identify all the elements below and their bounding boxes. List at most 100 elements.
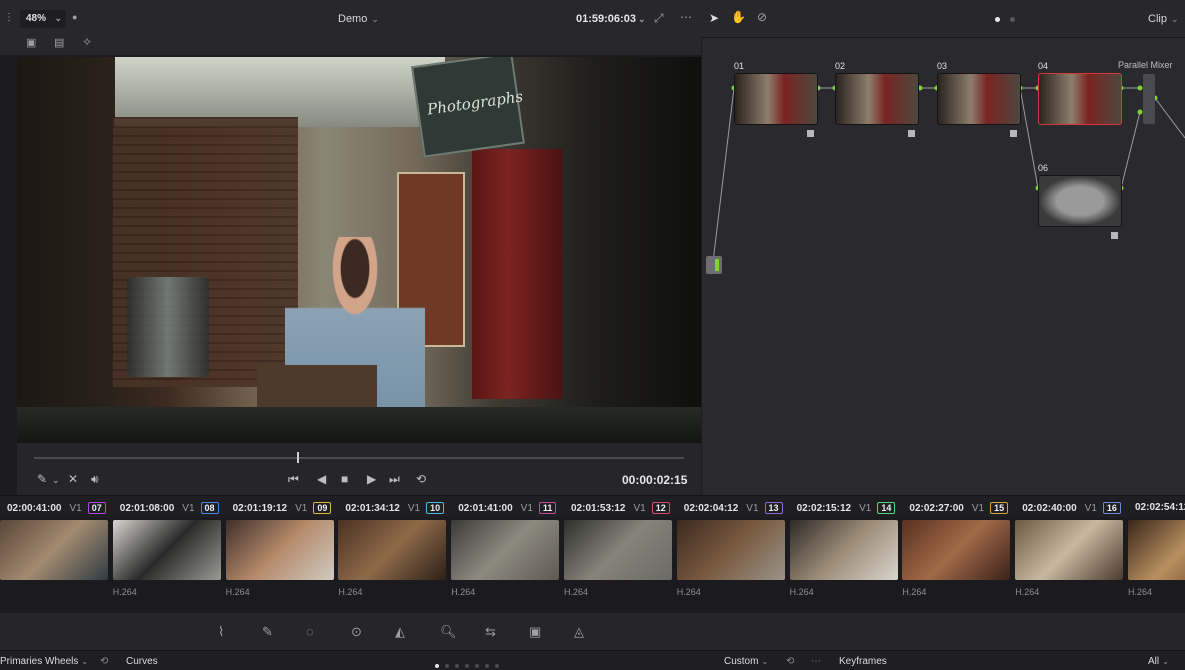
reset-icon[interactable]: ⟲ — [100, 656, 108, 667]
clip-track: V1 — [746, 503, 759, 514]
split-view-icon[interactable]: ▤ — [54, 36, 64, 49]
viewer-image[interactable]: Photographs — [17, 57, 701, 443]
page-dot[interactable] — [485, 664, 489, 668]
magic-wand-icon[interactable]: ✧ — [82, 35, 92, 49]
page-dot[interactable] — [475, 664, 479, 668]
playhead[interactable] — [297, 452, 299, 463]
clip-codec: H.264 — [451, 587, 476, 597]
clip-codec: H.264 — [112, 587, 137, 597]
single-view-icon[interactable]: ▣ — [26, 36, 36, 49]
blur-icon[interactable]: ◭ — [395, 624, 405, 640]
primaries-label: Primaries Wheels — [0, 656, 79, 667]
clip-thumbnail[interactable] — [789, 520, 898, 580]
page-dot[interactable] — [465, 664, 469, 668]
clip-thumbnail[interactable] — [1015, 520, 1124, 580]
clip-codec: H.264 — [789, 587, 814, 597]
more-options-icon[interactable]: ⋯ — [811, 656, 821, 667]
image-wipe-icon[interactable]: ▣ — [529, 624, 541, 640]
clip-timecode: 02:02:54:12 — [1135, 502, 1185, 513]
clip-timecode: 02:02:04:12 — [683, 503, 739, 514]
node-03[interactable]: 03 — [937, 61, 1021, 137]
node-label: 01 — [734, 61, 745, 71]
clip-thumbnail[interactable] — [451, 520, 560, 580]
clip-thumbnail[interactable] — [676, 520, 785, 580]
node-label: 03 — [937, 61, 948, 71]
clip-thumbnail[interactable] — [564, 520, 672, 580]
node-curves-icon — [1010, 130, 1017, 137]
curves-label: Curves — [126, 656, 158, 667]
chevron-down-icon[interactable]: ⌄ — [52, 475, 60, 486]
tracker-icon[interactable]: ⊙ — [351, 624, 362, 640]
primaries-dropdown[interactable]: Primaries Wheels ⌄ — [0, 656, 88, 667]
reverse-play-icon[interactable]: ◀ — [317, 472, 326, 486]
eyedropper-icon[interactable]: ✎ — [37, 472, 47, 486]
photographs-sign: Photographs — [411, 57, 525, 158]
clip-timecode: 02:01:53:12 — [571, 503, 626, 514]
clip-codec: H.264 — [1128, 587, 1153, 597]
clip-thumbnail[interactable] — [1128, 520, 1185, 580]
pointer-icon[interactable]: ➤ — [709, 11, 719, 25]
play-icon[interactable]: ▶ — [367, 472, 376, 486]
curve-mode-dropdown[interactable]: Custom ⌄ — [724, 656, 768, 667]
key-icon[interactable]: 🔍︎ — [440, 624, 457, 640]
chevron-down-icon: ⌄ — [371, 14, 379, 24]
go-to-start-icon[interactable]: ⏮︎ — [288, 472, 299, 487]
page-dot[interactable] — [445, 664, 449, 668]
keyframe-filter-dropdown[interactable]: All ⌄ — [1148, 656, 1169, 667]
clip-thumbnail[interactable] — [112, 520, 221, 580]
zoom-dropdown[interactable]: 48% ⌄ — [20, 10, 66, 28]
qualifier-icon[interactable]: ✎ — [262, 624, 273, 640]
close-icon[interactable]: ✕ — [68, 472, 78, 486]
curves-tool-icon[interactable]: ⌇ — [218, 624, 224, 640]
bypass-icon[interactable]: ⊘ — [757, 10, 767, 24]
loop-icon[interactable]: ⟲ — [416, 472, 426, 486]
speaker-icon[interactable]: 🔊︎ — [91, 472, 99, 487]
clip-number-badge: 07 — [87, 502, 106, 514]
go-to-end-icon[interactable]: ⏭︎ — [389, 472, 400, 487]
clip-timecode: 02:02:40:00 — [1022, 503, 1077, 514]
node-mode-dropdown[interactable]: Clip ⌄ — [1148, 13, 1179, 25]
hand-icon[interactable]: ✋ — [731, 10, 746, 24]
node-06[interactable]: 06 — [1038, 163, 1122, 239]
window-icon[interactable]: ◌ — [306, 624, 314, 639]
page-dot[interactable] — [455, 664, 459, 668]
more-options-icon[interactable]: ⋯ — [680, 10, 692, 24]
clip-track: V1 — [1084, 503, 1097, 514]
stereo-icon[interactable]: ◬ — [574, 624, 584, 640]
clip-label: 02:01:53:12 V1 12 — [571, 502, 670, 514]
clip-number-badge: 13 — [764, 502, 783, 514]
chevron-down-icon: ⌄ — [54, 13, 62, 23]
clip-label: 02:01:41:00 V1 11 — [458, 502, 557, 514]
source-timecode-dropdown[interactable]: 01:59:06:03 ⌄ — [576, 13, 645, 25]
source-input-node[interactable] — [706, 256, 722, 274]
node-02[interactable]: 02 — [835, 61, 919, 137]
chevron-down-icon: ⌄ — [637, 14, 646, 24]
node-01[interactable]: 01 — [734, 61, 818, 137]
clip-thumbnail[interactable] — [225, 520, 334, 580]
sizing-icon[interactable]: ⇆ — [485, 624, 496, 640]
clip-track: V1 — [69, 503, 82, 514]
clip-track: V1 — [182, 503, 195, 514]
stop-icon[interactable]: ■ — [341, 472, 348, 486]
clip-track: V1 — [407, 503, 421, 514]
fullscreen-icon[interactable]: ⤢ — [654, 11, 664, 26]
clip-label: 02:01:34:12 V1 10 — [345, 502, 445, 514]
clip-timecode: 02:00:41:00 — [7, 503, 62, 514]
panel-toggle-icon[interactable]: ⋮ — [4, 12, 14, 23]
clip-codec: H.264 — [676, 587, 701, 597]
page-dot-active[interactable] — [435, 664, 439, 668]
parallel-mixer-node[interactable] — [1143, 74, 1155, 124]
node-04[interactable]: 04 — [1038, 61, 1122, 125]
timeline-title-dropdown[interactable]: Demo ⌄ — [338, 13, 379, 25]
video-frame: Photographs — [17, 57, 701, 443]
reset-icon[interactable]: ⟲ — [786, 656, 794, 667]
page-dot[interactable] — [495, 664, 499, 668]
clip-thumbnail[interactable] — [338, 520, 447, 580]
clip-number-badge: 10 — [426, 502, 445, 514]
page-indicator — [1010, 17, 1015, 22]
clip-thumbnail[interactable] — [902, 520, 1011, 580]
clip-thumbnail[interactable] — [0, 520, 108, 580]
clip-label: 02:02:27:00 V1 15 — [909, 502, 1009, 514]
scrubber-track[interactable] — [34, 457, 684, 459]
clip-number-badge: 15 — [990, 502, 1009, 514]
